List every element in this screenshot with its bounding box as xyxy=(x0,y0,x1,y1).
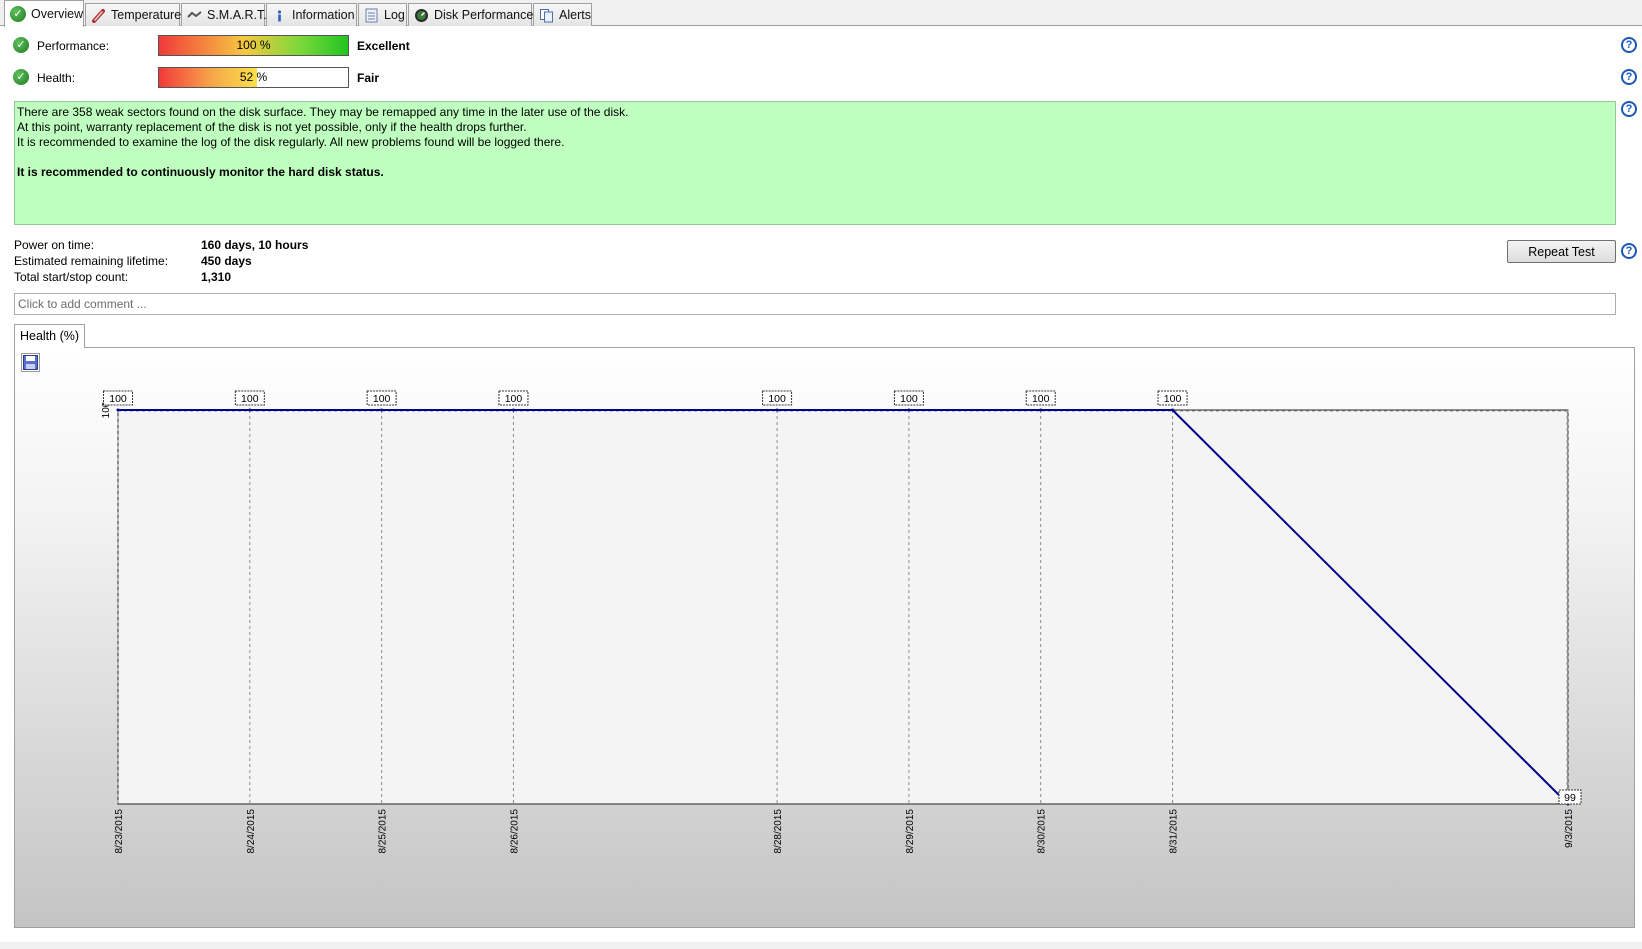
comment-input[interactable]: Click to add comment ... xyxy=(14,293,1616,315)
health-chart-panel: 100 8/23/2015 8/24/2015 8/25/2015 8/26/2015 8… xyxy=(14,347,1635,928)
x-tick-label: 8/24/2015 xyxy=(246,809,257,854)
health-help-icon[interactable]: ? xyxy=(1621,69,1637,85)
message-recommendation: It is recommended to continuously monito… xyxy=(17,165,384,179)
data-point xyxy=(380,408,384,412)
health-status-icon: ✓ xyxy=(13,69,29,85)
smart-icon xyxy=(187,8,202,23)
x-tick-label: 8/25/2015 xyxy=(378,809,389,854)
data-label: 100 xyxy=(1032,393,1050,405)
log-icon xyxy=(364,8,379,23)
status-strip xyxy=(0,942,1642,949)
message-help-icon[interactable]: ? xyxy=(1621,101,1637,117)
data-point xyxy=(1039,408,1043,412)
tab-alerts[interactable]: Alerts xyxy=(533,3,592,26)
save-icon[interactable] xyxy=(21,353,40,372)
data-point xyxy=(1171,408,1175,412)
tab-temperature[interactable]: Temperature xyxy=(85,3,181,26)
performance-bar: 100 % xyxy=(158,35,349,56)
power-on-label: Power on time: xyxy=(14,238,95,252)
power-on-value: 160 days, 10 hours xyxy=(201,238,309,252)
tab-bar: ✓ Overview Temperature S.M.A.R.T. Inform… xyxy=(0,0,1642,27)
x-tick-label: 8/31/2015 xyxy=(1169,809,1180,854)
data-label: 99 xyxy=(1564,792,1576,804)
x-tick-label: 8/23/2015 xyxy=(114,809,125,854)
lifetime-label: Estimated remaining lifetime: xyxy=(14,254,169,268)
tab-information[interactable]: Information xyxy=(266,3,357,26)
message-line-2: At this point, warranty replacement of t… xyxy=(17,120,527,134)
performance-help-icon[interactable]: ? xyxy=(1621,37,1637,53)
status-message-box: There are 358 weak sectors found on the … xyxy=(14,101,1616,225)
performance-label: Performance: xyxy=(37,39,110,53)
health-label: Health: xyxy=(37,71,76,85)
data-point xyxy=(248,408,252,412)
message-line-3: It is recommended to examine the log of … xyxy=(17,135,565,149)
check-circle-icon: ✓ xyxy=(10,6,26,22)
performance-status-icon: ✓ xyxy=(13,37,29,53)
gauge-icon xyxy=(414,8,429,23)
data-label: 100 xyxy=(241,393,259,405)
startstop-label: Total start/stop count: xyxy=(14,270,129,284)
info-icon xyxy=(272,8,287,23)
x-tick-label: 8/29/2015 xyxy=(905,809,916,854)
tab-health-chart[interactable]: Health (%) xyxy=(14,324,85,348)
message-line-1: There are 358 weak sectors found on the … xyxy=(17,105,629,119)
data-label: 100 xyxy=(1164,393,1182,405)
performance-percent: 100 % xyxy=(236,38,271,52)
data-point xyxy=(511,408,515,412)
data-label: 100 xyxy=(505,393,523,405)
data-label: 100 xyxy=(768,393,786,405)
health-percent: 52 % xyxy=(239,70,268,84)
data-point xyxy=(116,408,120,412)
health-line-chart: 100 8/23/2015 8/24/2015 8/25/2015 8/26/2015 8… xyxy=(101,390,1582,854)
performance-rating: Excellent xyxy=(357,39,410,53)
plot-area xyxy=(117,409,1569,805)
data-point xyxy=(907,408,911,412)
x-tick-label: 8/28/2015 xyxy=(773,809,784,854)
repeat-test-button[interactable]: Repeat Test xyxy=(1507,240,1616,263)
tab-overview[interactable]: ✓ Overview xyxy=(4,0,84,27)
tab-log[interactable]: Log xyxy=(358,3,407,26)
lifetime-value: 450 days xyxy=(201,254,252,268)
startstop-value: 1,310 xyxy=(201,270,232,284)
repeat-test-help-icon[interactable]: ? xyxy=(1621,243,1637,259)
x-tick-label: 9/3/2015 xyxy=(1564,809,1575,848)
alerts-icon xyxy=(539,8,554,23)
x-tick-label: 8/30/2015 xyxy=(1037,809,1048,854)
tab-disk-performance[interactable]: Disk Performance xyxy=(408,3,533,26)
data-point xyxy=(775,408,779,412)
x-tick-label: 8/26/2015 xyxy=(509,809,520,854)
data-label: 100 xyxy=(109,393,127,405)
data-label: 100 xyxy=(900,393,918,405)
thermometer-icon xyxy=(91,8,106,23)
data-label: 100 xyxy=(373,393,391,405)
health-rating: Fair xyxy=(357,71,380,85)
tab-smart[interactable]: S.M.A.R.T. xyxy=(181,3,267,26)
health-bar: 52 % xyxy=(158,67,349,88)
